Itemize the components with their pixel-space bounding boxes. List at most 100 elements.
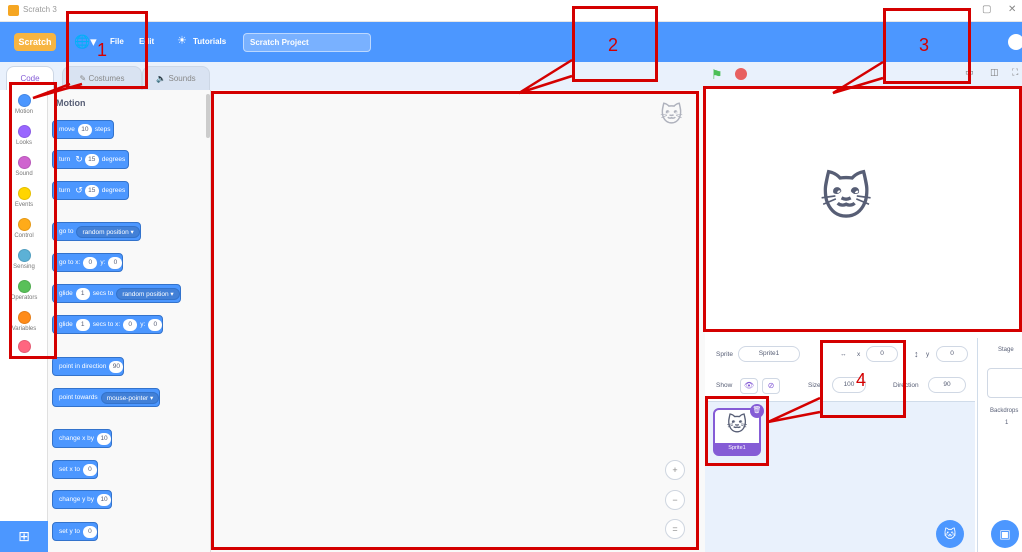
choose-backdrop-button[interactable]: ▣ <box>991 520 1019 548</box>
direction-input[interactable]: 90 <box>928 377 966 393</box>
title-bar: Scratch 3 — ▢ ✕ <box>0 0 1022 22</box>
block-dropdown[interactable]: random position ▾ <box>116 287 180 300</box>
rotate-left-icon: ↺ <box>75 185 83 195</box>
show-visible-button[interactable]: 👁 <box>740 378 758 394</box>
block-glide-to[interactable]: glide 1 secs to random position ▾ <box>52 284 181 303</box>
rotate-right-icon: ↻ <box>75 154 83 164</box>
category-variables[interactable]: Variables <box>0 311 48 332</box>
block-text: y: <box>140 321 146 328</box>
category-sensing[interactable]: Sensing <box>0 249 48 270</box>
block-text: y: <box>100 259 106 266</box>
category-motion[interactable]: Motion <box>0 94 48 115</box>
delete-sprite-icon[interactable]: 🗑 <box>750 404 764 418</box>
direction-label: Direction <box>893 382 919 389</box>
stage-pane-title: Stage <box>998 347 1014 353</box>
edit-menu[interactable]: Edit <box>139 37 154 46</box>
block-number-input[interactable]: 0 <box>123 318 138 331</box>
block-dropdown[interactable]: random position ▾ <box>76 225 140 238</box>
block-number-input[interactable]: 10 <box>97 493 112 506</box>
scratch-logo[interactable]: Scratch <box>14 33 56 51</box>
block-point-in-direction[interactable]: point in direction 90 <box>52 357 125 376</box>
sound-dot-icon <box>17 156 31 169</box>
block-glide-xy[interactable]: glide 1 secs to x: 0 y: 0 <box>52 315 164 334</box>
block-number-input[interactable]: 90 <box>109 360 124 373</box>
category-looks[interactable]: Looks <box>0 125 48 146</box>
block-text: go to <box>59 228 74 235</box>
category-sound[interactable]: Sound <box>0 156 48 177</box>
block-go-to[interactable]: go to random position ▾ <box>52 222 141 241</box>
block-number-input[interactable]: 15 <box>84 153 99 166</box>
block-palette: Motion move 10 steps turn ↻ 15 degrees t… <box>48 90 210 552</box>
category-control[interactable]: Control <box>0 218 48 239</box>
x-input[interactable]: 0 <box>866 346 898 362</box>
block-turn-right[interactable]: turn ↻ 15 degrees <box>52 150 130 169</box>
sprite-label: Sprite <box>716 351 733 358</box>
add-extension-button[interactable]: ⊞ <box>0 521 48 552</box>
tab-sounds[interactable]: 🔈 Sounds <box>142 66 210 90</box>
block-set-y[interactable]: set y to 0 <box>52 522 98 541</box>
minimize-button[interactable]: — <box>955 4 965 15</box>
block-number-input[interactable]: 10 <box>97 432 112 445</box>
block-change-y[interactable]: change y by 10 <box>52 490 113 509</box>
block-text: point in direction <box>59 363 107 370</box>
green-flag-icon[interactable]: ⚑ <box>711 67 723 83</box>
category-label: Motion <box>14 109 33 115</box>
block-change-x[interactable]: change x by 10 <box>52 429 113 448</box>
stop-icon[interactable] <box>735 68 747 80</box>
block-number-input[interactable]: 0 <box>83 256 98 269</box>
block-text: degrees <box>101 156 126 163</box>
small-stage-icon[interactable]: ▭ <box>965 67 974 78</box>
choose-sprite-button[interactable]: 🐱 <box>936 520 964 548</box>
sprite-name-input[interactable]: Sprite1 <box>738 346 800 362</box>
language-menu-button[interactable]: 🌐▾ <box>74 34 97 50</box>
block-number-input[interactable]: 0 <box>82 463 97 476</box>
tutorials-icon: ☀ <box>177 35 187 47</box>
category-label: Sound <box>15 171 33 177</box>
block-number-input[interactable]: 15 <box>84 184 99 197</box>
maximize-button[interactable]: ▢ <box>982 4 991 15</box>
y-input[interactable]: 0 <box>936 346 968 362</box>
show-hidden-button[interactable]: ⊘ <box>762 378 780 394</box>
block-text: steps <box>94 126 111 133</box>
block-number-input[interactable]: 0 <box>82 525 97 538</box>
block-number-input[interactable]: 10 <box>77 123 92 136</box>
zoom-out-button[interactable]: − <box>665 490 685 510</box>
block-dropdown[interactable]: mouse-pointer ▾ <box>100 391 160 404</box>
zoom-reset-button[interactable]: = <box>665 519 685 539</box>
code-workspace[interactable] <box>210 90 705 552</box>
category-my-blocks[interactable] <box>0 340 48 353</box>
block-number-input[interactable]: 1 <box>75 318 90 331</box>
account-icon[interactable] <box>1008 34 1022 50</box>
palette-heading: Motion <box>56 98 86 108</box>
block-set-x[interactable]: set x to 0 <box>52 460 98 479</box>
tab-code[interactable]: Code <box>6 66 54 90</box>
zoom-in-button[interactable]: + <box>665 460 685 480</box>
block-text: change y by <box>59 496 95 503</box>
block-turn-left[interactable]: turn ↺ 15 degrees <box>52 181 130 200</box>
block-text: point towards <box>59 394 98 401</box>
close-button[interactable]: ✕ <box>1008 4 1016 15</box>
stage-thumbnail[interactable] <box>987 368 1022 398</box>
block-number-input[interactable]: 0 <box>148 318 163 331</box>
fullscreen-icon[interactable]: ⛶ <box>1012 67 1018 78</box>
category-operators[interactable]: Operators <box>0 280 48 301</box>
block-go-to-xy[interactable]: go to x: 0 y: 0 <box>52 253 124 272</box>
sprite-tile-name: Sprite1 <box>715 443 759 454</box>
block-move-steps[interactable]: move 10 steps <box>52 120 115 139</box>
large-stage-icon[interactable]: ◫ <box>990 67 999 78</box>
y-arrow-icon: ↕ <box>914 349 919 359</box>
file-menu[interactable]: File <box>110 37 124 46</box>
block-text: degrees <box>101 187 126 194</box>
menu-bar: Scratch 🌐▾ File Edit ☀ Tutorials Scratch… <box>0 22 1022 62</box>
block-point-towards[interactable]: point towards mouse-pointer ▾ <box>52 388 161 407</box>
category-events[interactable]: Events <box>0 187 48 208</box>
block-number-input[interactable]: 0 <box>108 256 123 269</box>
tutorials-menu[interactable]: Tutorials <box>193 37 226 46</box>
tab-costumes[interactable]: ✎ Costumes <box>62 66 142 90</box>
cat-sprite-icon[interactable]: 🐱 <box>820 168 872 226</box>
category-label: Sensing <box>13 264 35 270</box>
motion-dot-icon <box>17 94 31 107</box>
project-title-input[interactable]: Scratch Project <box>243 33 371 52</box>
block-number-input[interactable]: 1 <box>75 287 90 300</box>
annotation-number-2: 2 <box>608 35 619 55</box>
